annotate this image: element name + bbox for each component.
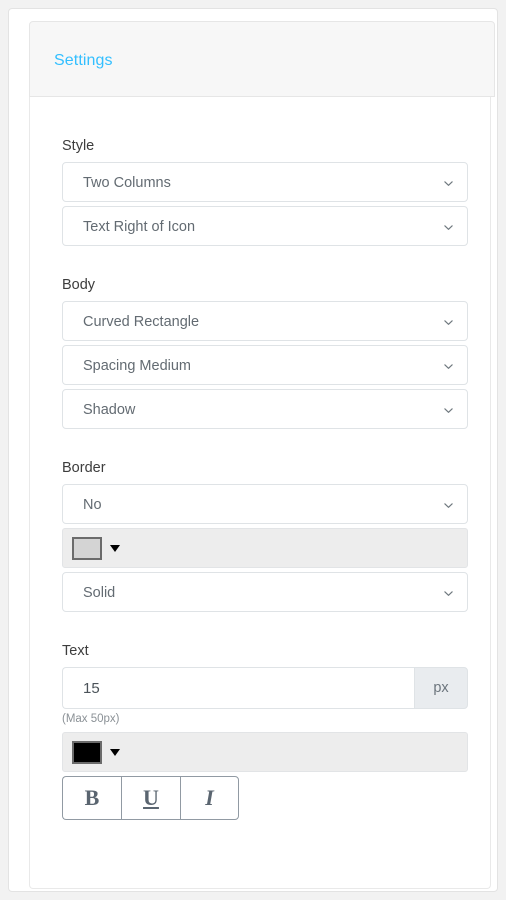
style-fields: Two Columns Text Right of Icon	[62, 162, 468, 246]
italic-button[interactable]: I	[180, 776, 239, 820]
bold-button[interactable]: B	[62, 776, 121, 820]
section-label-style: Style	[62, 138, 95, 154]
select-columns-value: Two Columns	[83, 175, 171, 191]
border-color-picker[interactable]	[62, 528, 468, 568]
tab-bar: Settings	[29, 21, 495, 97]
select-body-spacing[interactable]: Spacing Medium	[62, 345, 468, 385]
text-color-picker[interactable]	[62, 732, 468, 772]
border-color-swatch	[72, 537, 102, 560]
triangle-down-icon	[110, 749, 120, 756]
select-border-enabled[interactable]: No	[62, 484, 468, 524]
select-columns[interactable]: Two Columns	[62, 162, 468, 202]
select-icon-position-value: Text Right of Icon	[83, 219, 196, 235]
font-size-unit-addon: px	[414, 667, 468, 709]
select-border-enabled-value: No	[83, 497, 102, 513]
section-label-border: Border	[62, 460, 106, 476]
triangle-down-icon	[110, 545, 120, 552]
chevron-down-icon	[443, 317, 454, 328]
font-size-input[interactable]	[62, 667, 414, 709]
underline-button[interactable]: U	[121, 776, 180, 820]
text-color-field	[62, 732, 468, 772]
select-body-shape[interactable]: Curved Rectangle	[62, 301, 468, 341]
select-body-spacing-value: Spacing Medium	[83, 358, 191, 374]
section-label-text: Text	[62, 643, 89, 659]
body-fields: Curved Rectangle Spacing Medium Shadow	[62, 301, 468, 429]
border-fields: No Solid	[62, 484, 468, 612]
select-border-style[interactable]: Solid	[62, 572, 468, 612]
text-format-button-group: B U I	[62, 776, 239, 820]
select-icon-position[interactable]: Text Right of Icon	[62, 206, 468, 246]
chevron-down-icon	[443, 222, 454, 233]
select-body-effect[interactable]: Shadow	[62, 389, 468, 429]
tab-settings[interactable]: Settings	[54, 52, 113, 70]
select-body-shape-value: Curved Rectangle	[83, 314, 200, 330]
settings-panel: Settings Style Two Columns Text Right of…	[8, 8, 498, 892]
settings-content-card: Style Two Columns Text Right of Icon Bod…	[29, 97, 491, 889]
section-label-body: Body	[62, 277, 96, 293]
chevron-down-icon	[443, 500, 454, 511]
font-size-hint: (Max 50px)	[62, 713, 120, 725]
select-body-effect-value: Shadow	[83, 402, 136, 418]
text-color-swatch	[72, 741, 102, 764]
select-border-style-value: Solid	[83, 585, 116, 601]
font-size-group: px	[62, 667, 468, 709]
chevron-down-icon	[443, 588, 454, 599]
chevron-down-icon	[443, 361, 454, 372]
chevron-down-icon	[443, 405, 454, 416]
chevron-down-icon	[443, 178, 454, 189]
text-fields: px	[62, 667, 468, 709]
